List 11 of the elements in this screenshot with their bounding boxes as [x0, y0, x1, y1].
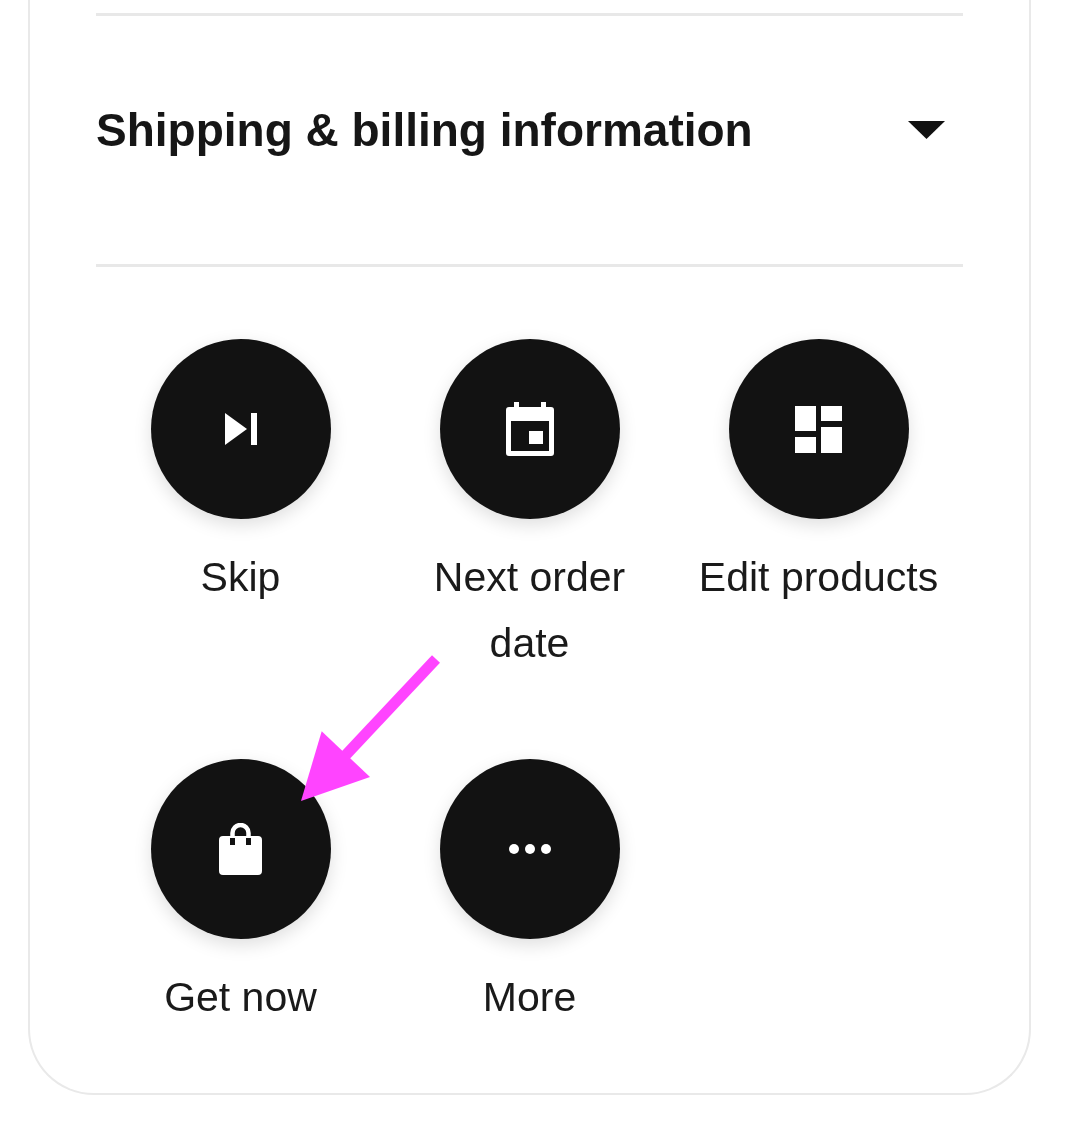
- calendar-icon: [505, 402, 554, 456]
- action-label: More: [482, 973, 577, 1022]
- action-label: Edit products: [698, 553, 939, 602]
- action-label: Skip: [200, 553, 281, 602]
- skip-next-icon: [224, 413, 257, 445]
- action-label: Next order date: [432, 553, 627, 668]
- shopping-bag-icon: [219, 823, 262, 875]
- dashboard-icon: [795, 405, 842, 453]
- action-label: Get now: [164, 973, 317, 1022]
- more-icon: [508, 844, 551, 854]
- section-toggle[interactable]: Shipping & billing information: [96, 16, 963, 264]
